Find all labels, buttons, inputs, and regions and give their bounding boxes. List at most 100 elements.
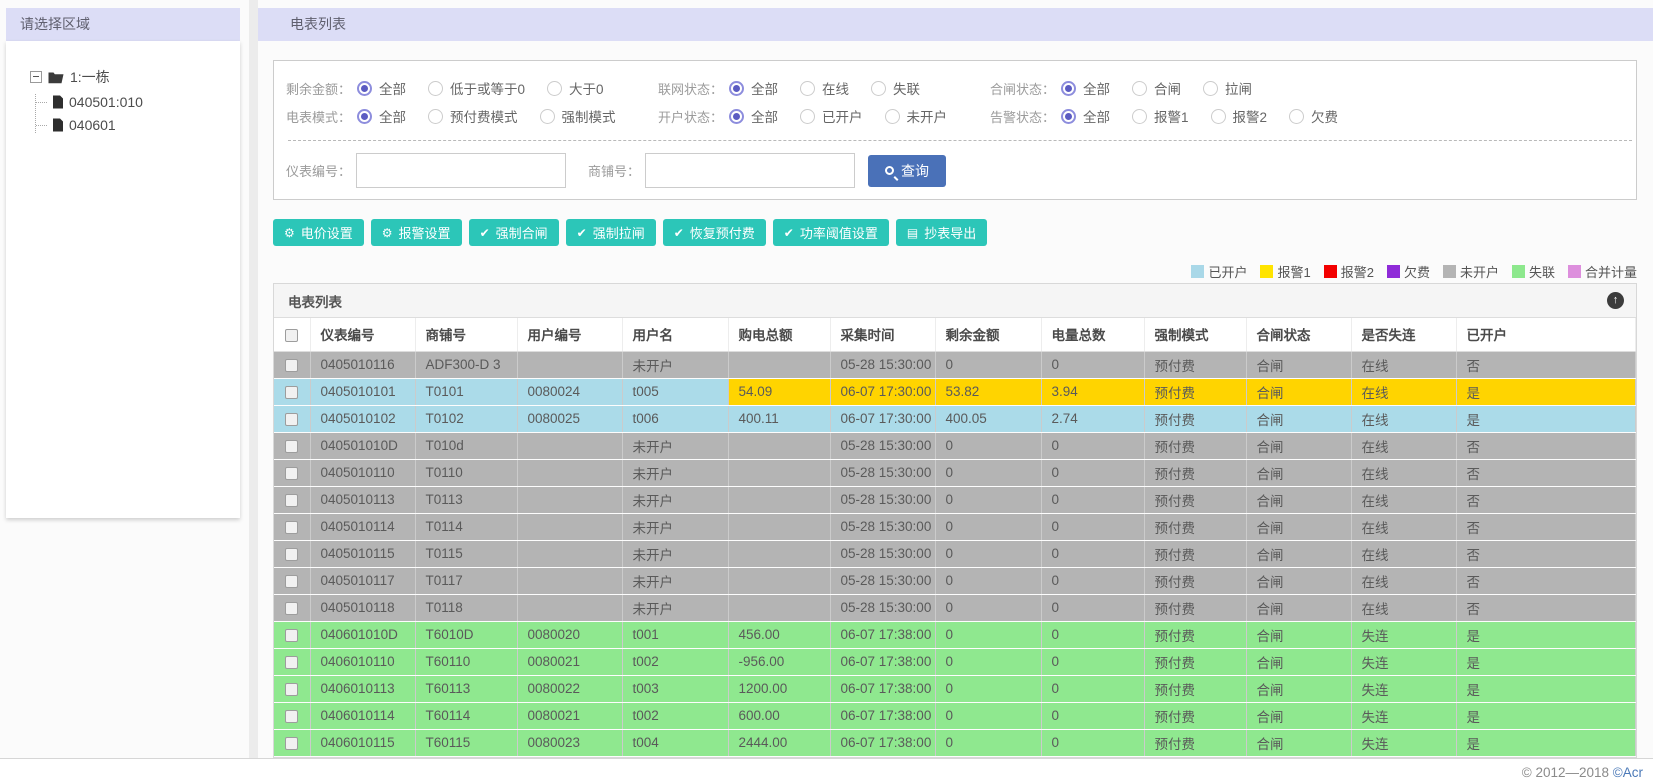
tree-leaf-label[interactable]: 040601 [69, 117, 116, 133]
radio-icon[interactable] [428, 108, 444, 124]
table-cell: 0 [935, 702, 1042, 730]
radio-icon[interactable] [800, 108, 816, 124]
radio-option[interactable]: 合闸 [1132, 78, 1181, 98]
radio-icon[interactable] [729, 108, 745, 124]
table-cell: 0 [1041, 594, 1145, 622]
radio-option[interactable]: 欠费 [1289, 106, 1338, 126]
action-button[interactable]: ⚙ 电价设置 [273, 219, 364, 246]
tree-leaf-label[interactable]: 040501:010 [69, 94, 143, 110]
radio-icon[interactable] [539, 108, 555, 124]
row-checkbox[interactable] [285, 493, 299, 507]
radio-icon[interactable] [547, 80, 563, 96]
column-header: 剩余金额 [935, 318, 1042, 352]
radio-option[interactable]: 预付费模式 [428, 106, 518, 126]
radio-icon[interactable] [357, 80, 373, 96]
row-checkbox[interactable] [285, 601, 299, 615]
radio-option[interactable]: 低于或等于0 [428, 78, 525, 98]
table-cell: 05-28 15:30:00 [830, 567, 936, 595]
action-button[interactable]: ✔ 恢复预付费 [662, 219, 766, 246]
row-checkbox[interactable] [285, 412, 299, 426]
row-checkbox[interactable] [285, 682, 299, 696]
table-cell: 合闸 [1246, 486, 1352, 514]
radio-icon[interactable] [729, 80, 745, 96]
radio-icon[interactable] [1061, 108, 1077, 124]
radio-option[interactable]: 全部 [357, 78, 406, 98]
tree-root-label[interactable]: 1:一栋 [70, 67, 110, 87]
radio-icon[interactable] [1203, 80, 1219, 96]
radio-option[interactable]: 全部 [357, 106, 406, 126]
table-cell: t004 [622, 729, 729, 757]
radio-icon[interactable] [1289, 108, 1305, 124]
tree-leaf-node[interactable]: 040601 [36, 117, 230, 133]
table-cell [728, 540, 831, 568]
row-checkbox[interactable] [285, 547, 299, 561]
radio-option[interactable]: 强制模式 [539, 106, 616, 126]
table-cell: 合闸 [1246, 621, 1352, 649]
radio-icon[interactable] [1132, 108, 1148, 124]
action-button[interactable]: ✔ 强制拉闸 [565, 219, 656, 246]
tree-children: 040501:010 040601 [35, 94, 230, 133]
table-cell: 0405010101 [310, 378, 416, 406]
row-checkbox[interactable] [285, 628, 299, 642]
radio-option[interactable]: 全部 [729, 78, 778, 98]
row-checkbox[interactable] [285, 439, 299, 453]
collapse-up-icon[interactable] [1607, 292, 1624, 309]
row-checkbox[interactable] [285, 385, 299, 399]
table-cell: 预付费 [1144, 567, 1247, 595]
radio-option[interactable]: 拉闸 [1203, 78, 1252, 98]
radio-icon[interactable] [884, 108, 900, 124]
row-checkbox[interactable] [285, 520, 299, 534]
radio-option[interactable]: 报警2 [1210, 106, 1268, 126]
radio-icon[interactable] [1210, 108, 1226, 124]
radio-option[interactable]: 失联 [871, 78, 920, 98]
table-cell: 否 [1456, 594, 1636, 622]
select-all-checkbox[interactable] [285, 328, 299, 342]
radio-icon[interactable] [1061, 80, 1077, 96]
radio-icon[interactable] [357, 108, 373, 124]
action-button[interactable]: ✔ 功率阈值设置 [772, 219, 889, 246]
radio-option[interactable]: 全部 [1061, 106, 1110, 126]
legend-swatch [1323, 265, 1337, 278]
table-cell: 合闸 [1246, 594, 1352, 622]
radio-option[interactable]: 大于0 [547, 78, 604, 98]
radio-option[interactable]: 未开户 [884, 106, 947, 126]
action-button[interactable]: ⚙ 报警设置 [370, 219, 462, 246]
table-header-row: 仪表编号 商铺号 用户编号 用户名 购电总额 采集时间 剩余金额 电量总数 强制模式 合闸状态 是否… [274, 318, 1636, 352]
radio-option[interactable]: 全部 [729, 106, 778, 126]
action-button[interactable]: ▤ 抄表导出 [895, 219, 988, 246]
radio-icon[interactable] [800, 80, 816, 96]
row-checkbox[interactable] [285, 358, 299, 372]
shop-no-input[interactable] [645, 153, 856, 188]
radio-icon[interactable] [1132, 80, 1148, 96]
table-panel-title: 电表列表 [288, 294, 342, 310]
tree-leaf-node[interactable]: 040501:010 [36, 94, 230, 110]
query-button[interactable]: 查询 [868, 154, 947, 187]
row-checkbox[interactable] [285, 466, 299, 480]
tree-root-node[interactable]: 1:一栋 [30, 67, 230, 87]
legend-swatch [1386, 265, 1400, 278]
table-cell [517, 351, 623, 379]
meter-no-input[interactable] [356, 153, 567, 188]
meter-table: 仪表编号 商铺号 用户编号 用户名 购电总额 采集时间 剩余金额 电量总数 强制模式 合闸状态 是否… [274, 318, 1636, 757]
radio-option[interactable]: 在线 [800, 78, 849, 98]
action-button[interactable]: ✔ 强制合闸 [468, 219, 559, 246]
radio-label: 合闸 [1154, 82, 1182, 97]
radio-label: 低于或等于0 [450, 82, 526, 97]
tree-collapse-icon[interactable] [30, 71, 42, 83]
action-button-label: 强制拉闸 [592, 226, 645, 241]
row-checkbox[interactable] [285, 736, 299, 750]
radio-icon[interactable] [428, 80, 444, 96]
row-checkbox[interactable] [285, 574, 299, 588]
radio-option[interactable]: 全部 [1061, 78, 1110, 98]
row-checkbox[interactable] [285, 709, 299, 723]
table-cell: 预付费 [1144, 432, 1247, 460]
table-row: 0405010113 T0113 未开户 05-28 15:30:00 0 0 预付费 合闸在… [274, 486, 1636, 514]
table-cell: 0 [935, 567, 1042, 595]
radio-icon[interactable] [871, 80, 887, 96]
radio-option[interactable]: 报警1 [1132, 106, 1189, 126]
radio-option[interactable]: 已开户 [800, 106, 863, 126]
row-checkbox[interactable] [285, 655, 299, 669]
radio-label: 报警2 [1232, 110, 1268, 125]
check-icon: ✔ [783, 225, 794, 240]
area-tree-panel: 1:一栋 040501:010 040601 [6, 41, 240, 518]
